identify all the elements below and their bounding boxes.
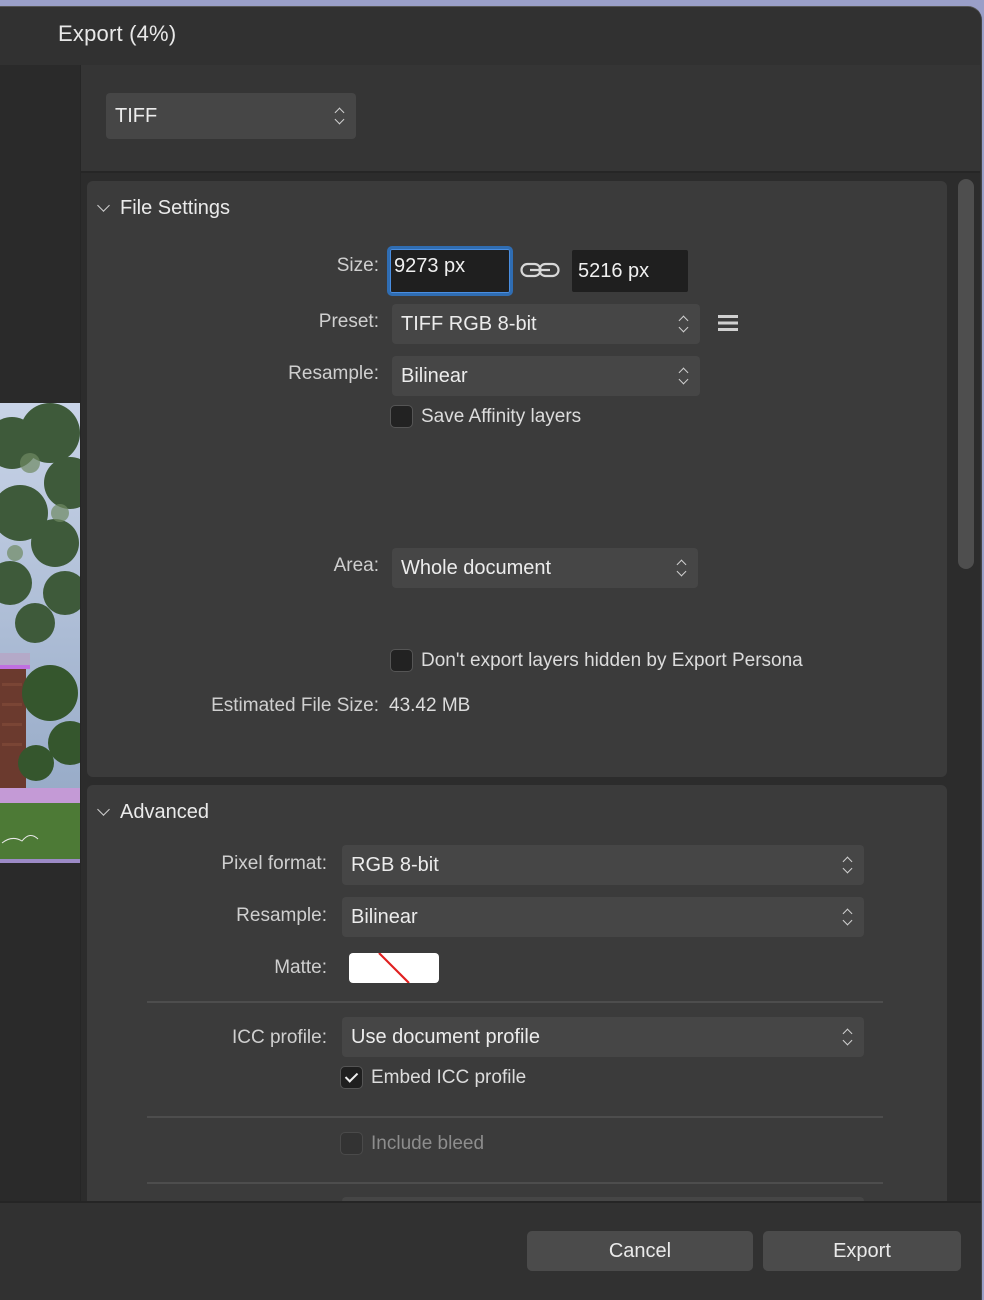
up-down-chevron-icon [676,557,688,579]
up-down-chevron-icon [678,313,690,335]
hidden-layers-label: Don't export layers hidden by Export Per… [421,650,803,671]
advanced-panel: Advanced Pixel format: RGB 8-bit Resampl… [87,785,947,1201]
pixel-format-select[interactable]: RGB 8-bit [342,845,864,885]
adv-resample-label: Resample: [236,905,327,926]
export-dialog: Export (4%) TIFF File Settings Size: 927… [0,6,982,1300]
estimated-size-value: 43.42 MB [389,695,471,716]
embed-icc-label: Embed ICC profile [371,1067,527,1088]
format-select-value: TIFF [115,105,158,127]
export-button[interactable]: Export [763,1231,961,1271]
preview-image [0,403,80,863]
up-down-chevron-icon [842,906,854,928]
divider [147,1182,883,1184]
save-affinity-layers-checkbox[interactable] [390,405,413,428]
chevron-down-icon [97,199,110,212]
size-label: Size: [336,255,379,276]
preset-select-value: TIFF RGB 8-bit [401,313,537,335]
save-affinity-layers-label: Save Affinity layers [421,406,582,427]
matte-swatch[interactable] [349,953,439,983]
title-bar: Export (4%) [0,7,981,65]
advanced-header[interactable]: Advanced [97,801,209,824]
divider [147,1001,883,1003]
no-color-icon [378,953,410,983]
icc-profile-select[interactable]: Use document profile [342,1017,864,1057]
resample-select[interactable]: Bilinear [392,356,700,396]
embed-icc-checkbox[interactable] [340,1066,363,1089]
resample-label: Resample: [288,363,379,384]
icc-profile-select-value: Use document profile [351,1026,540,1048]
area-select-value: Whole document [401,557,552,579]
pixel-format-select-value: RGB 8-bit [351,854,439,876]
preset-select[interactable]: TIFF RGB 8-bit [392,304,700,344]
up-down-chevron-icon [842,854,854,876]
dialog-title: Export (4%) [58,21,177,46]
divider [147,1116,883,1118]
estimated-size-label: Estimated File Size: [211,695,379,716]
area-select[interactable]: Whole document [392,548,698,588]
matte-label: Matte: [274,957,327,978]
icc-profile-label: ICC profile: [231,1027,327,1048]
up-down-chevron-icon [678,365,690,387]
include-bleed-checkbox[interactable] [340,1132,363,1155]
chevron-down-icon [97,803,110,816]
format-bar: TIFF [80,65,980,173]
hidden-layers-checkbox[interactable] [390,649,413,672]
checkmark-icon [344,1069,359,1083]
advanced-title: Advanced [120,801,209,823]
pixel-format-label: Pixel format: [221,853,327,874]
format-select[interactable]: TIFF [106,93,356,139]
chain-link-icon[interactable] [520,261,560,279]
scrollbar-thumb[interactable] [958,179,974,569]
include-bleed-label: Include bleed [371,1133,485,1154]
adv-resample-select[interactable]: Bilinear [342,897,864,937]
file-settings-title: File Settings [120,197,231,219]
up-down-chevron-icon [334,105,346,127]
file-settings-header[interactable]: File Settings [97,197,231,220]
resample-select-value: Bilinear [401,365,468,387]
area-label: Area: [333,555,379,576]
height-input[interactable]: 5216 px [572,250,688,292]
hamburger-menu-icon[interactable] [717,313,739,333]
cancel-button[interactable]: Cancel [527,1231,753,1271]
file-settings-panel: File Settings Size: 9273 px 5216 px Pres… [87,181,947,777]
settings-scroll-area[interactable]: File Settings Size: 9273 px 5216 px Pres… [80,173,980,1201]
dialog-footer: Cancel Export [0,1201,981,1300]
preview-area [0,65,80,1201]
adv-resample-select-value: Bilinear [351,906,418,928]
preset-label: Preset: [318,311,379,332]
up-down-chevron-icon [842,1026,854,1048]
width-input[interactable]: 9273 px [387,246,513,296]
